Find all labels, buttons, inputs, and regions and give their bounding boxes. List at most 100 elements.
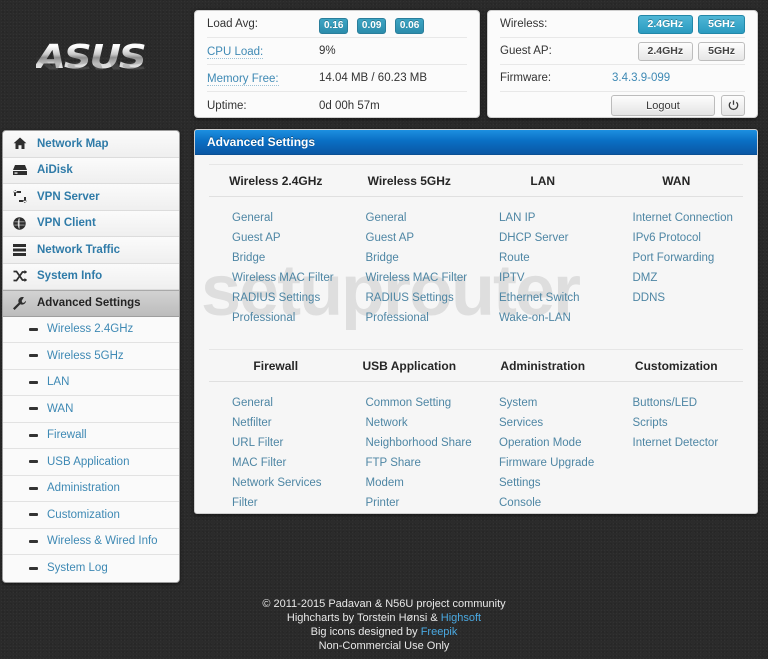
- link-neighborhood-share[interactable]: Neighborhood Share: [366, 433, 477, 453]
- sidebar-item-advanced-settings[interactable]: Advanced Settings: [3, 290, 179, 317]
- sidebar-subitem-administration[interactable]: Administration: [3, 475, 179, 502]
- link-route[interactable]: Route: [499, 248, 610, 268]
- memory-free-label[interactable]: Memory Free:: [207, 73, 279, 86]
- column-header-wan: WAN: [662, 174, 691, 188]
- link-services[interactable]: Services: [499, 413, 610, 433]
- guest-ap-row: Guest AP: 2.4GHz 5GHz: [500, 38, 745, 65]
- link-common-setting[interactable]: Common Setting: [366, 393, 477, 413]
- footer: © 2011-2015 Padavan & N56U project commu…: [0, 597, 768, 653]
- link-buttons-led[interactable]: Buttons/LED: [633, 393, 744, 413]
- logout-button[interactable]: Logout: [611, 95, 715, 116]
- link-ddns[interactable]: DDNS: [633, 288, 744, 308]
- sidebar-item-network-map[interactable]: Network Map: [3, 131, 179, 158]
- wrench-icon: [13, 295, 31, 311]
- panel-title: Advanced Settings: [207, 135, 316, 149]
- link-network[interactable]: Network: [366, 413, 477, 433]
- link-dhcp-server[interactable]: DHCP Server: [499, 228, 610, 248]
- link-guest-ap[interactable]: Guest AP: [232, 228, 343, 248]
- sidebar-item-label: Network Traffic: [37, 243, 121, 256]
- link-wireless-mac-filter[interactable]: Wireless MAC Filter: [366, 268, 477, 288]
- link-modem[interactable]: Modem: [366, 473, 477, 493]
- sidebar-subitem-customization[interactable]: Customization: [3, 502, 179, 529]
- sidebar-subitem-usb-application[interactable]: USB Application: [3, 449, 179, 476]
- column-administration: System Services Operation Mode Firmware …: [476, 393, 610, 513]
- guest-ap-24ghz-button[interactable]: 2.4GHz: [637, 41, 694, 61]
- link-settings[interactable]: Settings: [499, 473, 610, 493]
- sidebar-item-system-info[interactable]: System Info: [3, 263, 179, 290]
- link-dmz[interactable]: DMZ: [633, 268, 744, 288]
- sidebar-item-network-traffic[interactable]: Network Traffic: [3, 237, 179, 264]
- link-general[interactable]: General: [232, 208, 343, 228]
- link-general[interactable]: General: [232, 393, 343, 413]
- link-general[interactable]: General: [366, 208, 477, 228]
- sidebar-subitem-wireless-5ghz[interactable]: Wireless 5GHz: [3, 343, 179, 370]
- link-bridge[interactable]: Bridge: [232, 248, 343, 268]
- section-columns: General Guest AP Bridge Wireless MAC Fil…: [209, 197, 743, 340]
- footer-highcharts: Highcharts by Torstein Hønsi & Highsoft: [0, 611, 768, 625]
- guest-ap-5ghz-button[interactable]: 5GHz: [698, 41, 745, 61]
- sidebar-subitem-wan[interactable]: WAN: [3, 396, 179, 423]
- link-wireless-mac-filter[interactable]: Wireless MAC Filter: [232, 268, 343, 288]
- wireless-24ghz-button[interactable]: 2.4GHz: [637, 14, 694, 34]
- link-iptv[interactable]: IPTV: [499, 268, 610, 288]
- sidebar-item-label: VPN Server: [37, 190, 100, 203]
- server-icon: [13, 242, 31, 258]
- memory-free-value: 14.04 MB / 60.23 MB: [319, 72, 428, 84]
- link-internet-connection[interactable]: Internet Connection: [633, 208, 744, 228]
- sidebar-item-label: VPN Client: [37, 217, 96, 230]
- link-netfilter[interactable]: Netfilter: [232, 413, 343, 433]
- link-port-forwarding[interactable]: Port Forwarding: [633, 248, 744, 268]
- sidebar-item-aidisk[interactable]: AiDisk: [3, 157, 179, 184]
- wireless-toggle-group: 2.4GHz 5GHz: [633, 14, 745, 34]
- wireless-status-panel: Wireless: 2.4GHz 5GHz Guest AP: 2.4GHz 5…: [487, 10, 758, 118]
- dash-icon: [29, 407, 38, 411]
- link-professional[interactable]: Professional: [232, 308, 343, 328]
- dash-icon: [29, 433, 38, 437]
- link-ethernet-switch[interactable]: Ethernet Switch: [499, 288, 610, 308]
- link-firmware-upgrade[interactable]: Firmware Upgrade: [499, 453, 610, 473]
- cpu-load-value: 9%: [319, 45, 336, 57]
- link-professional[interactable]: Professional: [366, 308, 477, 328]
- sidebar-subitem-firewall[interactable]: Firewall: [3, 422, 179, 449]
- memory-free-label-wrap: Memory Free:: [207, 69, 319, 87]
- link-system[interactable]: System: [499, 393, 610, 413]
- footer-freepik-link[interactable]: Freepik: [421, 626, 458, 638]
- exchange-icon: [13, 189, 31, 205]
- link-bridge[interactable]: Bridge: [366, 248, 477, 268]
- globe-icon: [13, 215, 31, 231]
- sidebar-subitem-wireless-wired-info[interactable]: Wireless & Wired Info: [3, 528, 179, 555]
- link-radius-settings[interactable]: RADIUS Settings: [232, 288, 343, 308]
- power-button[interactable]: [721, 95, 745, 116]
- link-url-filter[interactable]: URL Filter: [232, 433, 343, 453]
- link-scripts[interactable]: Scripts: [633, 413, 744, 433]
- sidebar-subitem-label: Customization: [47, 508, 120, 521]
- link-wake-on-lan[interactable]: Wake-on-LAN: [499, 308, 610, 328]
- link-printer[interactable]: Printer: [366, 493, 477, 513]
- sidebar-item-vpn-server[interactable]: VPN Server: [3, 184, 179, 211]
- link-console[interactable]: Console: [499, 493, 610, 513]
- link-mac-filter[interactable]: MAC Filter: [232, 453, 343, 473]
- link-radius-settings[interactable]: RADIUS Settings: [366, 288, 477, 308]
- link-internet-detector[interactable]: Internet Detector: [633, 433, 744, 453]
- link-operation-mode[interactable]: Operation Mode: [499, 433, 610, 453]
- sidebar-subitem-lan[interactable]: LAN: [3, 369, 179, 396]
- cpu-load-label[interactable]: CPU Load:: [207, 46, 264, 59]
- guest-ap-label: Guest AP:: [500, 45, 552, 57]
- footer-highsoft-link[interactable]: Highsoft: [441, 612, 481, 624]
- sidebar-subitem-wireless-24ghz[interactable]: Wireless 2.4GHz: [3, 316, 179, 343]
- sidebar-item-vpn-client[interactable]: VPN Client: [3, 210, 179, 237]
- settings-section-network: Wireless 2.4GHz Wireless 5GHz LAN WAN Ge…: [209, 164, 743, 340]
- dash-icon: [29, 486, 38, 490]
- footer-icons: Big icons designed by Freepik: [0, 625, 768, 639]
- column-header-wireless-24ghz: Wireless 2.4GHz: [229, 174, 323, 188]
- wireless-5ghz-button[interactable]: 5GHz: [698, 14, 745, 34]
- dash-icon: [29, 354, 38, 358]
- link-network-services[interactable]: Network Services: [232, 473, 343, 493]
- sidebar-subitem-system-log[interactable]: System Log: [3, 555, 179, 582]
- link-filter[interactable]: Filter: [232, 493, 343, 513]
- link-lan-ip[interactable]: LAN IP: [499, 208, 610, 228]
- link-ftp-share[interactable]: FTP Share: [366, 453, 477, 473]
- link-ipv6-protocol[interactable]: IPv6 Protocol: [633, 228, 744, 248]
- link-guest-ap[interactable]: Guest AP: [366, 228, 477, 248]
- advanced-settings-body: setuprouter Wireless 2.4GHz Wireless 5GH…: [195, 164, 757, 513]
